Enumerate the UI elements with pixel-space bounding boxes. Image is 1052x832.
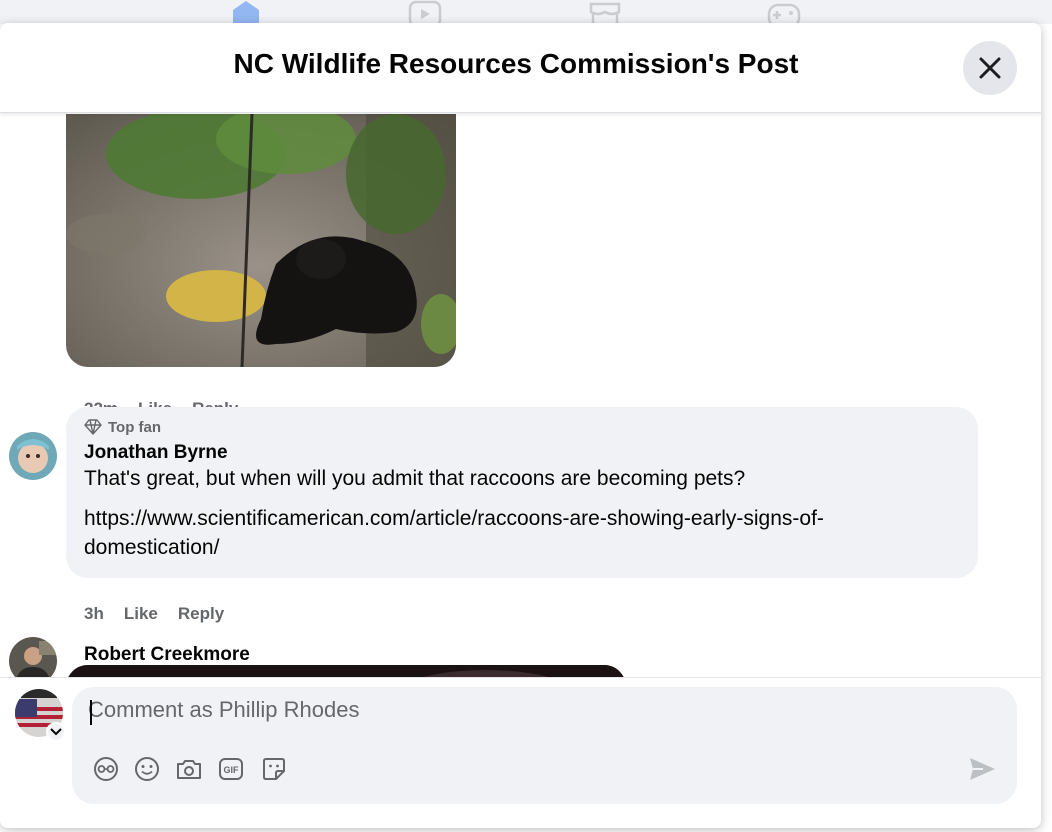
avatar-sticker-button[interactable]	[92, 755, 120, 783]
text-caret	[90, 700, 92, 725]
comment-attachment-image[interactable]	[66, 665, 626, 677]
video-icon	[408, 0, 442, 24]
gaming-icon	[767, 3, 801, 24]
comment-link[interactable]: https://www.scientificamerican.com/artic…	[84, 504, 914, 562]
send-icon[interactable]	[966, 753, 998, 785]
diamond-icon	[84, 419, 102, 435]
comment-timestamp[interactable]: 3h	[84, 604, 104, 624]
close-icon	[979, 57, 1001, 79]
comment-attachment-image[interactable]	[66, 114, 456, 367]
comment-author[interactable]: Robert Creekmore	[84, 644, 250, 666]
camera-icon	[177, 760, 201, 779]
top-fan-badge: Top fan	[84, 417, 960, 437]
gif-button[interactable]: GIF	[217, 755, 245, 783]
comments-feed[interactable]: 22m Like Reply Top fan Jonathan Byrne Th	[0, 114, 1041, 677]
avatar[interactable]	[9, 637, 57, 677]
switch-profile-button[interactable]	[46, 722, 66, 742]
camera-button[interactable]	[175, 755, 203, 783]
reply-button[interactable]: Reply	[178, 604, 224, 624]
badge-label: Top fan	[108, 418, 162, 436]
avatar[interactable]	[9, 432, 57, 480]
comment-input-box: GIF	[72, 687, 1017, 804]
svg-text:GIF: GIF	[224, 765, 240, 775]
sticker-button[interactable]	[260, 755, 288, 783]
emoji-icon	[135, 757, 159, 781]
background-top-nav	[0, 0, 1052, 24]
chevron-down-icon	[50, 728, 62, 736]
comment-bubble: Top fan Jonathan Byrne That's great, but…	[66, 407, 978, 578]
dialog-header: NC Wildlife Resources Commission's Post	[0, 23, 1041, 113]
avatar-sticker-icon	[94, 757, 118, 781]
comment-actions: 3h Like Reply	[84, 604, 224, 624]
comment-text: That's great, but when will you admit th…	[84, 467, 746, 490]
close-button[interactable]	[963, 41, 1017, 95]
home-icon	[233, 1, 259, 24]
like-button[interactable]: Like	[124, 604, 158, 624]
emoji-button[interactable]	[133, 755, 161, 783]
sticker-icon	[263, 758, 285, 780]
dialog-title: NC Wildlife Resources Commission's Post	[233, 48, 799, 79]
comment-author[interactable]: Jonathan Byrne	[84, 442, 960, 464]
comment-composer: GIF	[0, 677, 1041, 828]
gif-icon: GIF	[219, 758, 243, 780]
post-dialog: NC Wildlife Resources Commission's Post	[0, 23, 1041, 828]
marketplace-icon	[589, 2, 621, 24]
comment-input[interactable]	[88, 695, 948, 725]
